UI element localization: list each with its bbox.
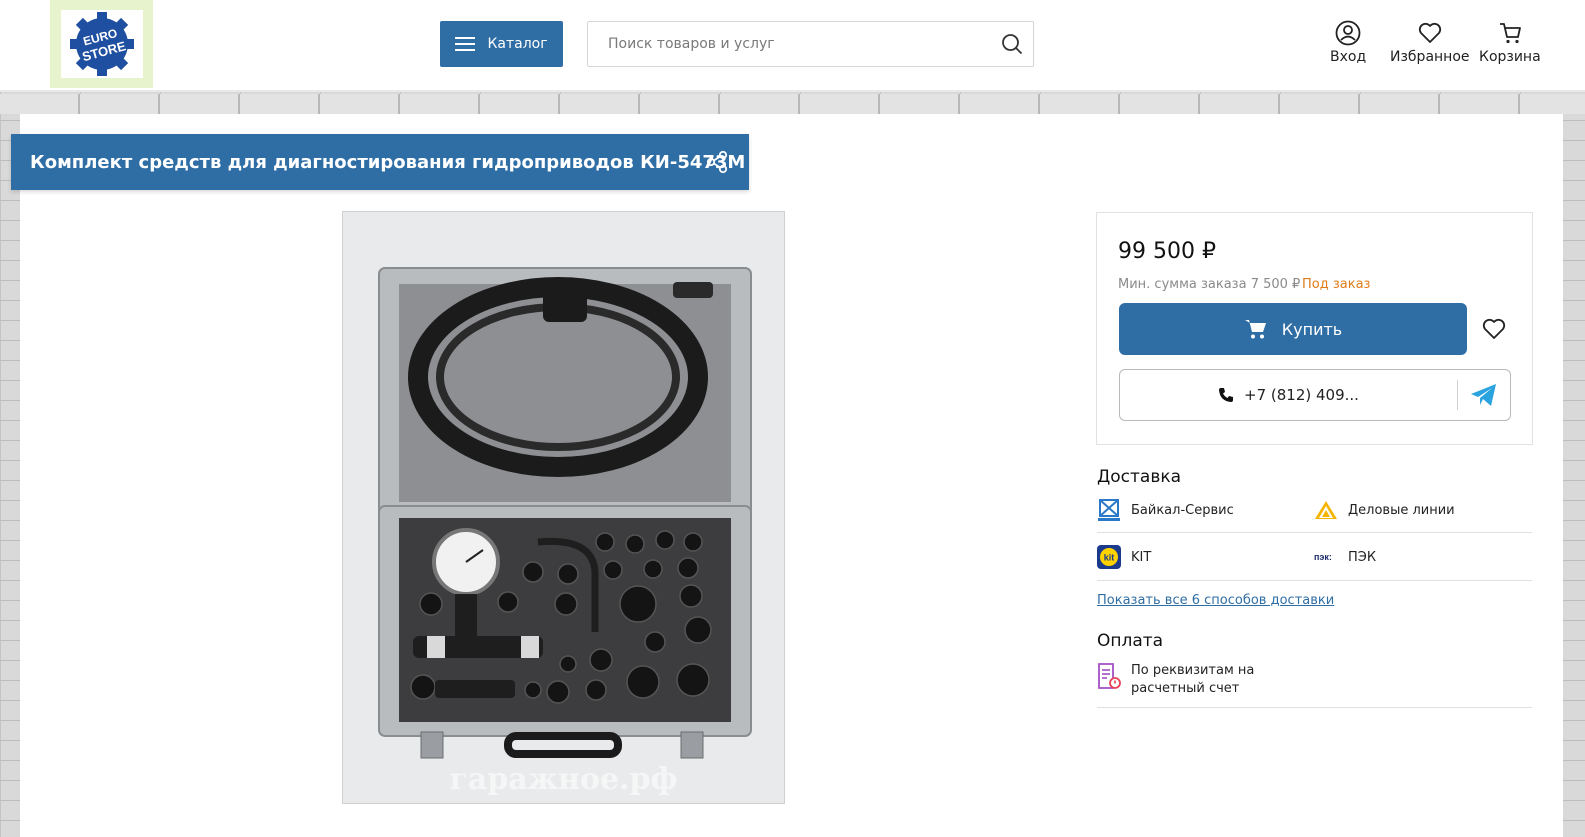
delivery-option-label: Байкал-Сервис xyxy=(1131,502,1234,518)
diagnostic-kit-image xyxy=(378,267,752,759)
phone-number: +7 (812) 409... xyxy=(1244,386,1359,404)
cart-label: Корзина xyxy=(1479,49,1541,65)
phone-icon xyxy=(1219,388,1234,402)
search-input[interactable] xyxy=(608,36,1001,52)
payment-option-label: По реквизитам на расчетный счет xyxy=(1131,663,1255,696)
login-button[interactable]: Вход xyxy=(1330,20,1366,65)
show-phone-button[interactable]: +7 (812) 409... xyxy=(1120,370,1457,420)
euro-store-logo-icon: EURO STORE xyxy=(69,12,134,76)
image-watermark: гаражное.рф xyxy=(449,762,678,797)
buy-button[interactable]: Купить xyxy=(1119,303,1467,355)
login-label: Вход xyxy=(1330,49,1367,65)
payment-option: По реквизитам на расчетный счет xyxy=(1097,662,1271,698)
svg-text:пэк:: пэк: xyxy=(1314,552,1332,562)
favorites-button[interactable]: Избранное xyxy=(1390,20,1470,65)
search-box xyxy=(587,21,1034,67)
payment-title: Оплата xyxy=(1097,631,1164,651)
delivery-option-dellin: Деловые линии xyxy=(1314,498,1455,522)
kit-logo-icon: kit xyxy=(1097,545,1121,569)
delivery-title: Доставка xyxy=(1097,467,1182,487)
divider xyxy=(1097,580,1532,581)
share-icon[interactable] xyxy=(705,150,729,174)
favorites-label: Избранное xyxy=(1390,49,1470,65)
product-title-bar: Комплект средств для диагностирования ги… xyxy=(11,134,749,190)
catalog-button[interactable]: Каталог xyxy=(440,21,563,67)
price: 99 500 ₽ xyxy=(1118,239,1216,264)
order-status-badge: Под заказ xyxy=(1302,277,1371,292)
telegram-icon[interactable] xyxy=(1470,383,1498,407)
baikal-service-logo-icon xyxy=(1098,499,1120,521)
heart-icon xyxy=(1418,22,1441,43)
search-icon[interactable] xyxy=(1001,33,1023,55)
site-header: EURO STORE Каталог Вход xyxy=(0,0,1585,92)
show-all-delivery-link[interactable]: Показать все 6 способов доставки xyxy=(1097,593,1334,608)
delivery-option-label: ПЭК xyxy=(1348,549,1377,565)
divider xyxy=(1097,532,1532,533)
delivery-option-kit: kit KIT xyxy=(1097,545,1151,569)
product-title: Комплект средств для диагностирования ги… xyxy=(30,151,746,173)
min-order-text: Мин. сумма заказа 7 500 ₽ xyxy=(1118,277,1301,292)
delivery-option-label: Деловые линии xyxy=(1348,502,1455,518)
cart-icon xyxy=(1499,23,1521,44)
svg-text:kit: kit xyxy=(1104,553,1115,563)
menu-icon xyxy=(455,37,476,51)
cart-icon xyxy=(1244,320,1266,339)
product-image[interactable]: гаражное.рф xyxy=(342,211,785,804)
pek-logo-icon: пэк: xyxy=(1314,552,1332,562)
phone-button: +7 (812) 409... xyxy=(1119,369,1511,421)
delivery-option-label: KIT xyxy=(1131,549,1152,565)
decorative-strip xyxy=(0,94,1585,114)
logo[interactable]: EURO STORE xyxy=(50,0,153,88)
heart-icon[interactable] xyxy=(1481,317,1507,341)
buy-label: Купить xyxy=(1281,319,1343,339)
user-icon xyxy=(1335,20,1361,46)
price-card: 99 500 ₽ Мин. сумма заказа 7 500 ₽ Под з… xyxy=(1096,212,1533,445)
divider xyxy=(1097,707,1532,708)
invoice-icon xyxy=(1098,663,1121,689)
delivery-option-baikal: Байкал-Сервис xyxy=(1097,498,1234,522)
divider xyxy=(1457,380,1458,410)
catalog-label: Каталог xyxy=(487,36,548,52)
delivery-option-pek: пэк: ПЭК xyxy=(1314,545,1376,569)
cart-button[interactable]: Корзина xyxy=(1479,20,1541,65)
delovye-linii-logo-icon xyxy=(1315,501,1337,519)
